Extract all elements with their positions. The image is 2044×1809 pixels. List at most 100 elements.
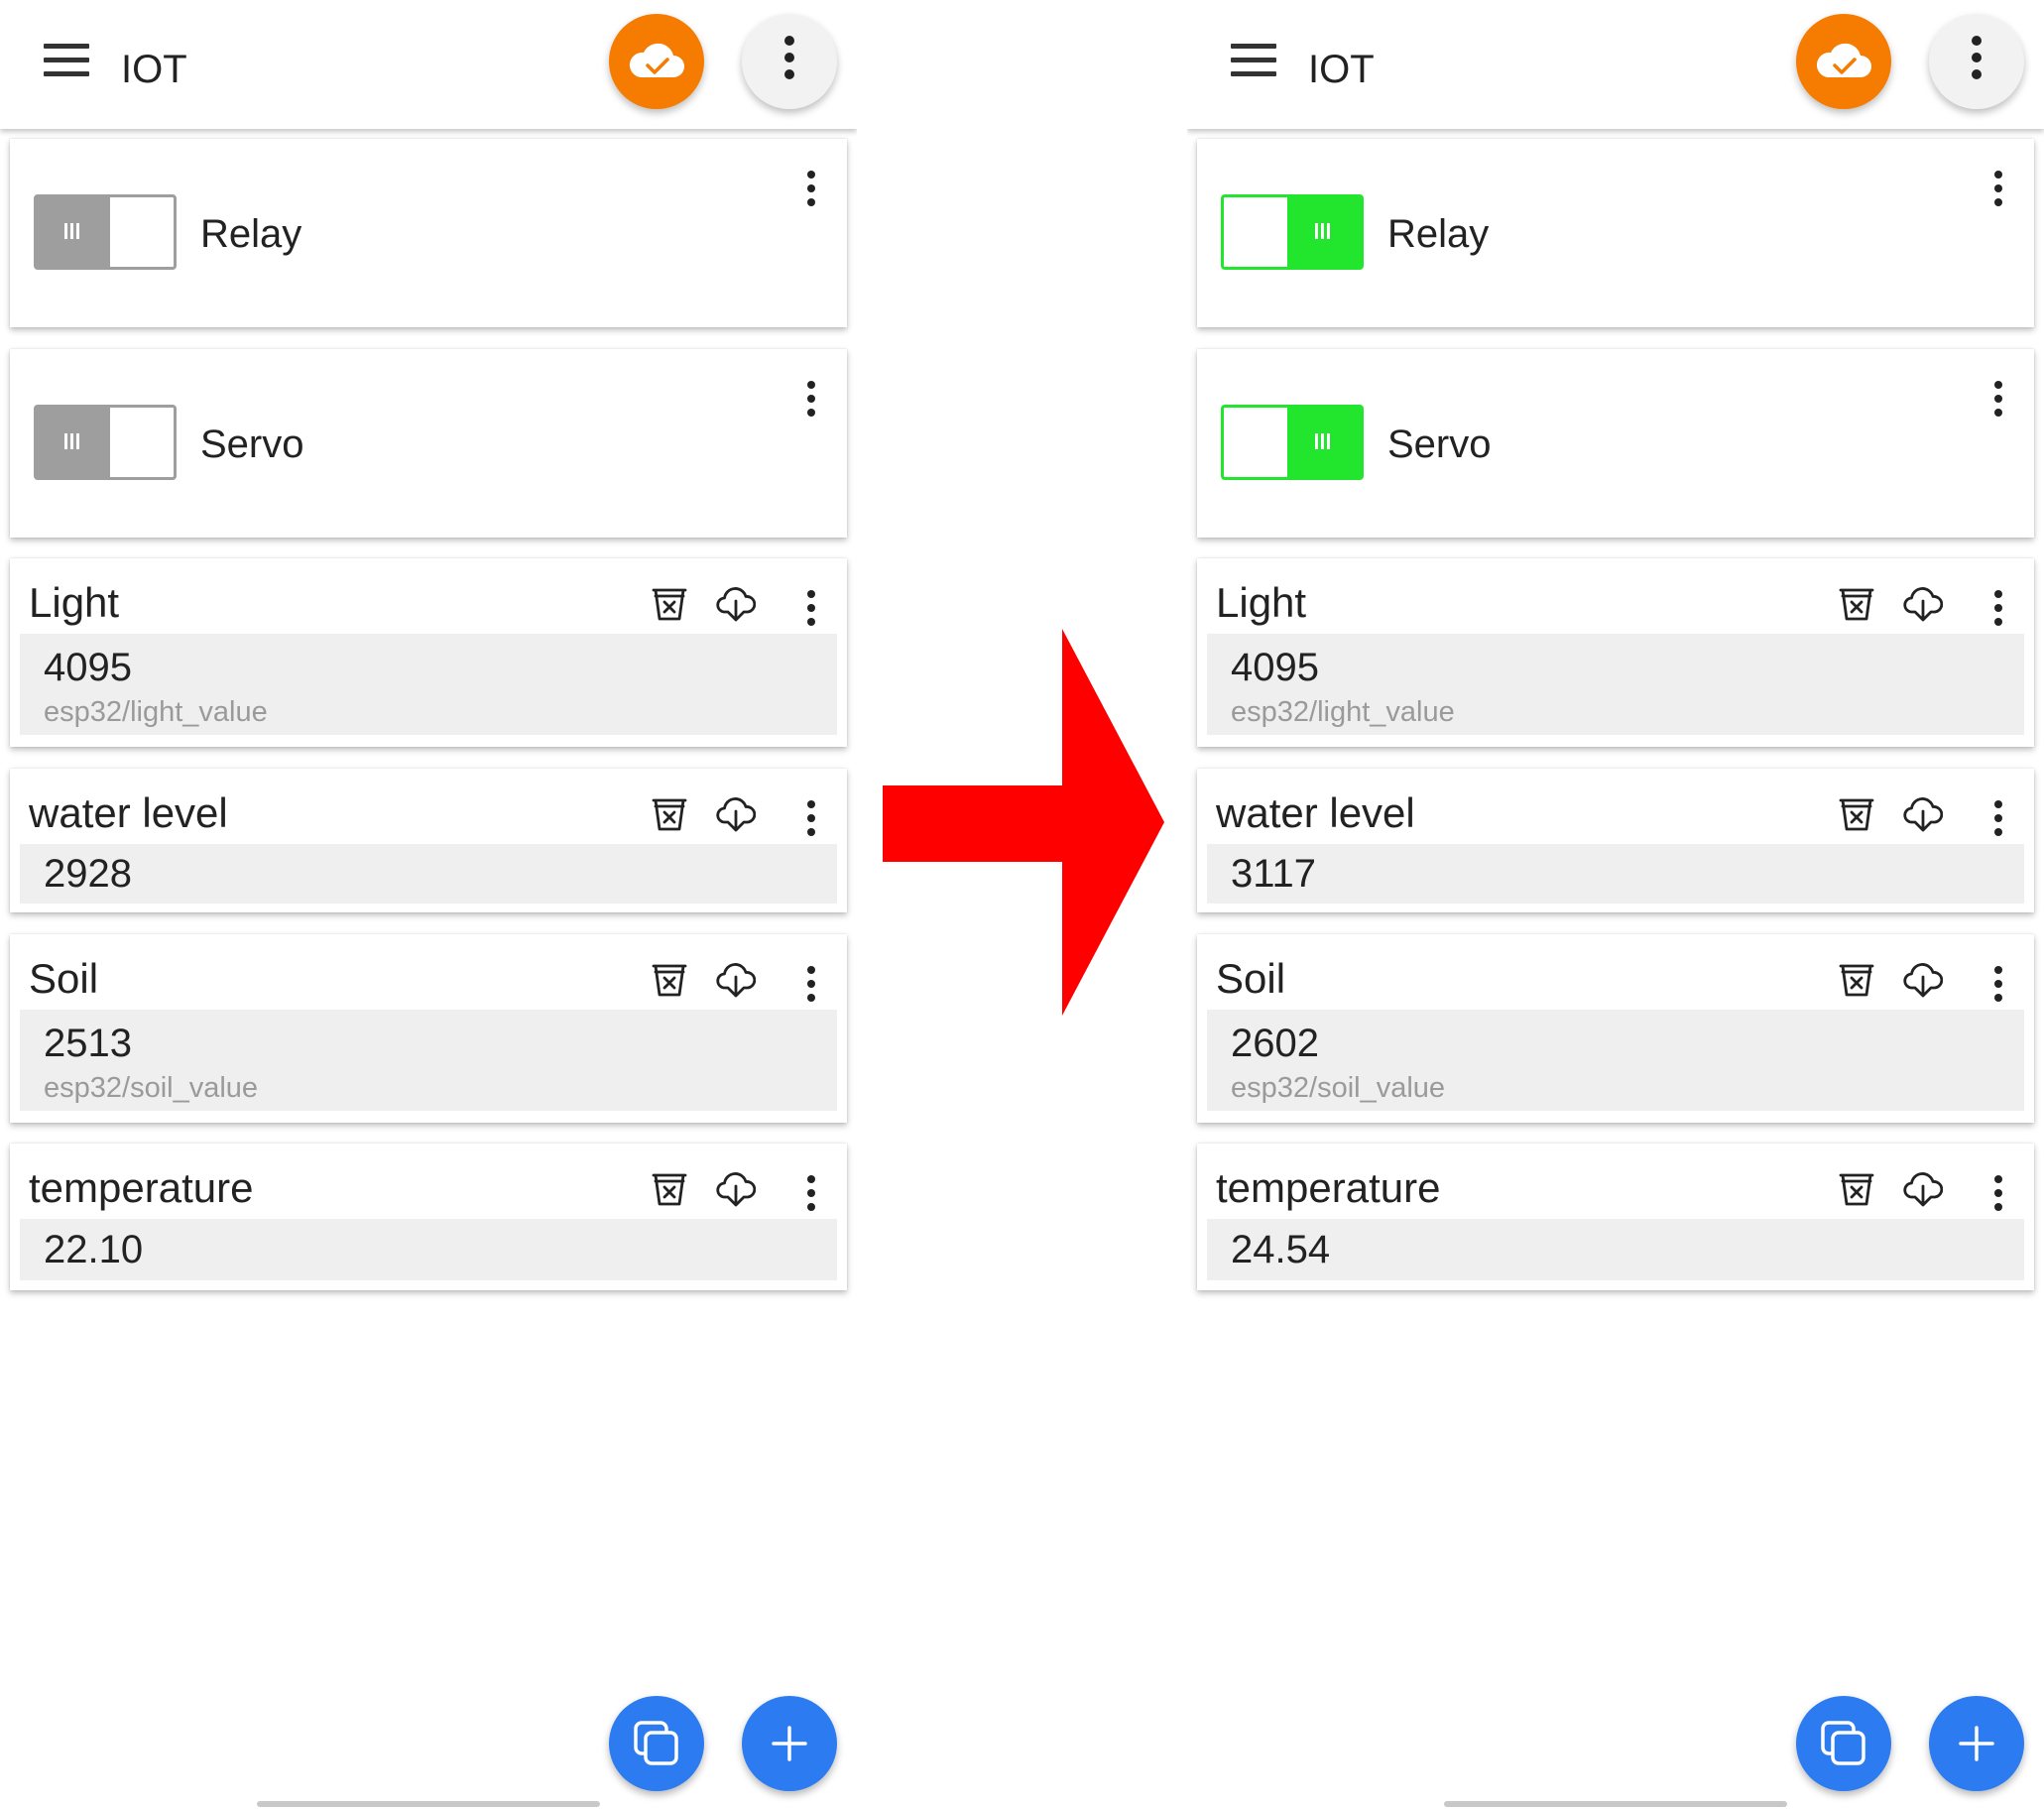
sensor-title: Light [1216, 579, 1307, 626]
cloud-connect-button[interactable] [1796, 14, 1891, 109]
toggle-card-relay: Relay [10, 139, 847, 327]
card-menu-button[interactable] [799, 588, 823, 634]
toggle-label: Relay [1387, 212, 1490, 256]
relay-switch[interactable] [34, 194, 177, 270]
sensor-card-temperature: temperature 22.10 [10, 1144, 847, 1290]
screen-after: IOT Relay Servo Light 4095 esp32/light_v… [1187, 0, 2044, 1809]
more-vert-icon [1994, 966, 2002, 1002]
cloud-download-icon[interactable] [1903, 962, 1944, 1005]
cloud-connect-button[interactable] [609, 14, 704, 109]
relay-switch[interactable] [1221, 194, 1364, 270]
more-vert-icon [1994, 590, 2002, 626]
sensor-topic: esp32/light_value [1231, 696, 1455, 728]
sensor-value: 22.10 [44, 1228, 144, 1271]
sensor-value: 3117 [1231, 852, 1317, 896]
servo-switch[interactable] [1221, 405, 1364, 480]
sensor-value: 24.54 [1231, 1228, 1331, 1271]
delete-box-icon[interactable] [1838, 1171, 1875, 1212]
more-vert-icon [784, 36, 794, 86]
switch-knob [1287, 408, 1361, 477]
delete-box-icon[interactable] [1838, 962, 1875, 1003]
grip-icon [64, 433, 82, 451]
cloud-download-icon[interactable] [716, 962, 757, 1005]
cloud-download-icon[interactable] [1903, 586, 1944, 629]
sensor-card-temperature: temperature 24.54 [1197, 1144, 2034, 1290]
toggle-label: Servo [1387, 422, 1492, 466]
value-box: 24.54 [1207, 1219, 2024, 1280]
grip-icon [1315, 433, 1333, 451]
app-title: IOT [1308, 48, 1375, 91]
sensor-topic: esp32/soil_value [44, 1072, 259, 1104]
card-menu-button[interactable] [799, 964, 823, 1010]
add-fab-button[interactable] [742, 1696, 837, 1791]
gesture-nav-handle[interactable] [1444, 1801, 1787, 1807]
cloud-download-icon[interactable] [716, 796, 757, 839]
toggle-card-servo: Servo [1197, 349, 2034, 538]
sensor-title: temperature [1216, 1164, 1441, 1211]
toggle-card-servo: Servo [10, 349, 847, 538]
toggle-card-relay: Relay [1197, 139, 2034, 327]
delete-box-icon[interactable] [651, 962, 688, 1003]
sensor-title: Light [29, 579, 120, 626]
delete-box-icon[interactable] [651, 1171, 688, 1212]
app-bar: IOT [0, 0, 857, 129]
servo-switch[interactable] [34, 405, 177, 480]
screen-before: IOT Relay Servo Light 4095 esp32/light_v… [0, 0, 857, 1809]
card-menu-button[interactable] [1986, 379, 2010, 424]
more-vert-icon [1994, 1175, 2002, 1211]
sensor-title: Soil [1216, 955, 1286, 1002]
card-menu-button[interactable] [799, 798, 823, 844]
cloud-download-icon[interactable] [1903, 1171, 1944, 1214]
copy-icon [1821, 1721, 1865, 1765]
more-vert-icon [807, 966, 815, 1002]
card-menu-button[interactable] [1986, 588, 2010, 634]
more-vert-icon [1994, 171, 2002, 206]
copy-icon [634, 1721, 678, 1765]
more-vert-icon [1994, 800, 2002, 836]
sensor-title: water level [1216, 789, 1415, 836]
value-box: 4095 esp32/light_value [1207, 634, 2024, 735]
cloud-download-icon[interactable] [716, 1171, 757, 1214]
delete-box-icon[interactable] [651, 796, 688, 837]
app-bar: IOT [1187, 0, 2044, 129]
value-box: 2928 [20, 844, 837, 904]
sensor-card-light: Light 4095 esp32/light_value [1197, 558, 2034, 747]
sensor-value: 4095 [44, 646, 132, 689]
sensor-topic: esp32/soil_value [1231, 1072, 1446, 1104]
delete-box-icon[interactable] [1838, 586, 1875, 627]
card-menu-button[interactable] [799, 1173, 823, 1219]
value-box: 2602 esp32/soil_value [1207, 1010, 2024, 1111]
cloud-download-icon[interactable] [1903, 796, 1944, 839]
overflow-menu-button[interactable] [1929, 14, 2024, 109]
cloud-download-icon[interactable] [716, 586, 757, 629]
card-menu-button[interactable] [1986, 964, 2010, 1010]
sensor-card-water-level: water level 2928 [10, 769, 847, 912]
add-fab-button[interactable] [1929, 1696, 2024, 1791]
value-box: 4095 esp32/light_value [20, 634, 837, 735]
card-menu-button[interactable] [799, 169, 823, 214]
hamburger-icon[interactable] [44, 44, 89, 79]
sensor-card-soil: Soil 2513 esp32/soil_value [10, 934, 847, 1123]
more-vert-icon [807, 381, 815, 417]
sensor-value: 4095 [1231, 646, 1319, 689]
delete-box-icon[interactable] [1838, 796, 1875, 837]
value-box: 3117 [1207, 844, 2024, 904]
gesture-nav-handle[interactable] [257, 1801, 600, 1807]
card-menu-button[interactable] [1986, 169, 2010, 214]
delete-box-icon[interactable] [651, 586, 688, 627]
card-menu-button[interactable] [799, 379, 823, 424]
sensor-title: temperature [29, 1164, 254, 1211]
sensor-topic: esp32/light_value [44, 696, 268, 728]
value-box: 2513 esp32/soil_value [20, 1010, 837, 1111]
card-menu-button[interactable] [1986, 798, 2010, 844]
more-vert-icon [807, 800, 815, 836]
copy-fab-button[interactable] [1796, 1696, 1891, 1791]
toggle-label: Servo [200, 422, 304, 466]
more-vert-icon [807, 590, 815, 626]
hamburger-icon[interactable] [1231, 44, 1276, 79]
copy-fab-button[interactable] [609, 1696, 704, 1791]
card-menu-button[interactable] [1986, 1173, 2010, 1219]
overflow-menu-button[interactable] [742, 14, 837, 109]
more-vert-icon [1994, 381, 2002, 417]
more-vert-icon [1972, 36, 1982, 86]
